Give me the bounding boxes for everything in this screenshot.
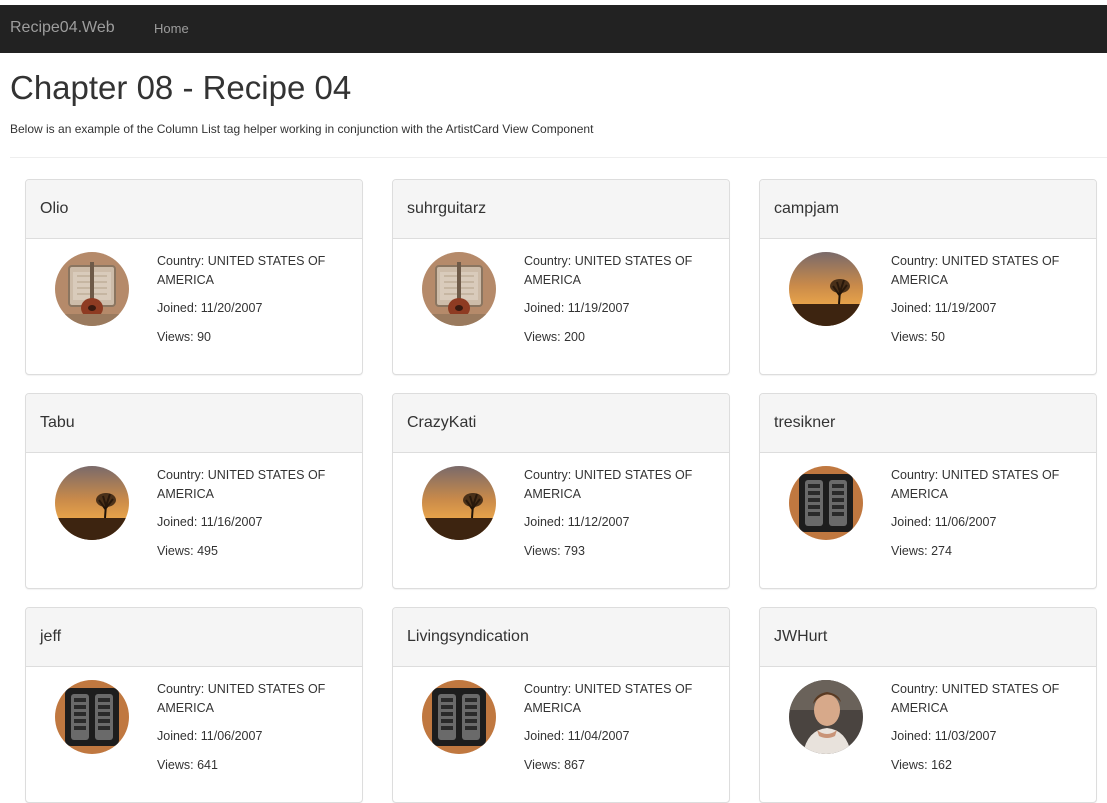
artist-views: Views: 200 <box>524 330 585 344</box>
artist-card-body: Country: UNITED STATES OF AMERICA Joined… <box>393 239 729 374</box>
pickup-icon <box>422 680 496 754</box>
artist-views: Views: 50 <box>891 330 945 344</box>
divider <box>10 157 1107 158</box>
amp-guitar-icon <box>422 252 496 326</box>
artist-country: Country: UNITED STATES OF AMERICA <box>891 468 1060 501</box>
artist-card-body: Country: UNITED STATES OF AMERICA Joined… <box>26 453 362 588</box>
artist-info: Country: UNITED STATES OF AMERICA Joined… <box>891 252 1081 347</box>
artist-card-body: Country: UNITED STATES OF AMERICA Joined… <box>760 239 1096 374</box>
sunset-tree-icon <box>789 252 863 326</box>
sunset-tree-icon <box>422 466 496 540</box>
navbar-brand[interactable]: Recipe04.Web <box>10 19 115 37</box>
artist-name: CrazyKati <box>407 414 477 431</box>
artist-info: Country: UNITED STATES OF AMERICA Joined… <box>157 252 347 347</box>
artist-name: suhrguitarz <box>407 200 487 217</box>
artist-views: Views: 641 <box>157 758 218 772</box>
artist-card-body: Country: UNITED STATES OF AMERICA Joined… <box>26 239 362 374</box>
artist-joined: Joined: 11/19/2007 <box>891 301 997 315</box>
navbar: Recipe04.Web Home <box>0 5 1107 53</box>
artist-views: Views: 867 <box>524 758 585 772</box>
artist-name: JWHurt <box>774 628 828 645</box>
artist-joined: Joined: 11/16/2007 <box>157 515 263 529</box>
artist-card: Livingsyndication Country: UNITED STATES… <box>392 607 730 803</box>
artist-name: Livingsyndication <box>407 628 529 645</box>
artist-card: Tabu Country: UNITED STATES OF AMERICA J… <box>25 393 363 589</box>
artist-joined: Joined: 11/04/2007 <box>524 729 630 743</box>
artist-card: JWHurt Country: UNITED STATES OF AMERICA… <box>759 607 1097 803</box>
artist-card-heading: campjam <box>760 180 1096 239</box>
artist-views: Views: 90 <box>157 330 211 344</box>
artist-joined: Joined: 11/20/2007 <box>157 301 263 315</box>
pickup-icon <box>55 680 129 754</box>
person-photo-icon <box>789 680 863 754</box>
artist-card-heading: tresikner <box>760 394 1096 453</box>
artist-joined: Joined: 11/03/2007 <box>891 729 997 743</box>
artist-name: jeff <box>40 628 62 645</box>
artist-info: Country: UNITED STATES OF AMERICA Joined… <box>524 680 714 775</box>
artist-card-heading: jeff <box>26 608 362 667</box>
artist-card-heading: Olio <box>26 180 362 239</box>
artist-card: CrazyKati Country: UNITED STATES OF AMER… <box>392 393 730 589</box>
artist-joined: Joined: 11/19/2007 <box>524 301 630 315</box>
artist-card-body: Country: UNITED STATES OF AMERICA Joined… <box>26 667 362 802</box>
artist-country: Country: UNITED STATES OF AMERICA <box>524 468 693 501</box>
artist-joined: Joined: 11/12/2007 <box>524 515 630 529</box>
artist-views: Views: 793 <box>524 544 585 558</box>
artist-country: Country: UNITED STATES OF AMERICA <box>891 682 1060 715</box>
artist-card: Olio Country: UNITED STATES OF AMERICA J… <box>25 179 363 375</box>
artist-country: Country: UNITED STATES OF AMERICA <box>157 254 326 287</box>
artist-info: Country: UNITED STATES OF AMERICA Joined… <box>157 680 347 775</box>
artist-info: Country: UNITED STATES OF AMERICA Joined… <box>891 680 1081 775</box>
nav-link-home[interactable]: Home <box>154 21 189 36</box>
artist-info: Country: UNITED STATES OF AMERICA Joined… <box>157 466 347 561</box>
artist-card-heading: suhrguitarz <box>393 180 729 239</box>
artist-card-body: Country: UNITED STATES OF AMERICA Joined… <box>393 667 729 802</box>
artist-card-body: Country: UNITED STATES OF AMERICA Joined… <box>760 667 1096 802</box>
artist-country: Country: UNITED STATES OF AMERICA <box>157 468 326 501</box>
artist-card-grid: Olio Country: UNITED STATES OF AMERICA J… <box>25 179 1097 803</box>
artist-card: campjam Country: UNITED STATES OF AMERIC… <box>759 179 1097 375</box>
artist-country: Country: UNITED STATES OF AMERICA <box>524 682 693 715</box>
artist-views: Views: 162 <box>891 758 952 772</box>
artist-info: Country: UNITED STATES OF AMERICA Joined… <box>891 466 1081 561</box>
artist-card-heading: JWHurt <box>760 608 1096 667</box>
artist-card-body: Country: UNITED STATES OF AMERICA Joined… <box>393 453 729 588</box>
artist-card: tresikner Country: UNITED STATES OF AMER… <box>759 393 1097 589</box>
amp-guitar-icon <box>55 252 129 326</box>
artist-name: Tabu <box>40 414 75 431</box>
artist-card-heading: Tabu <box>26 394 362 453</box>
artist-views: Views: 495 <box>157 544 218 558</box>
artist-name: tresikner <box>774 414 836 431</box>
artist-card-body: Country: UNITED STATES OF AMERICA Joined… <box>760 453 1096 588</box>
page-title: Chapter 08 - Recipe 04 <box>10 69 352 106</box>
artist-joined: Joined: 11/06/2007 <box>157 729 263 743</box>
artist-card-heading: CrazyKati <box>393 394 729 453</box>
artist-name: Olio <box>40 200 69 217</box>
artist-card: jeff Country: UNITED STATES OF AMERICA J… <box>25 607 363 803</box>
artist-country: Country: UNITED STATES OF AMERICA <box>157 682 326 715</box>
sunset-tree-icon <box>55 466 129 540</box>
artist-card-heading: Livingsyndication <box>393 608 729 667</box>
artist-card: suhrguitarz Country: UNITED STATES OF AM… <box>392 179 730 375</box>
artist-country: Country: UNITED STATES OF AMERICA <box>891 254 1060 287</box>
artist-joined: Joined: 11/06/2007 <box>891 515 997 529</box>
page-description: Below is an example of the Column List t… <box>10 122 594 136</box>
artist-name: campjam <box>774 200 839 217</box>
artist-views: Views: 274 <box>891 544 952 558</box>
artist-info: Country: UNITED STATES OF AMERICA Joined… <box>524 252 714 347</box>
pickup-icon <box>789 466 863 540</box>
artist-country: Country: UNITED STATES OF AMERICA <box>524 254 693 287</box>
artist-info: Country: UNITED STATES OF AMERICA Joined… <box>524 466 714 561</box>
